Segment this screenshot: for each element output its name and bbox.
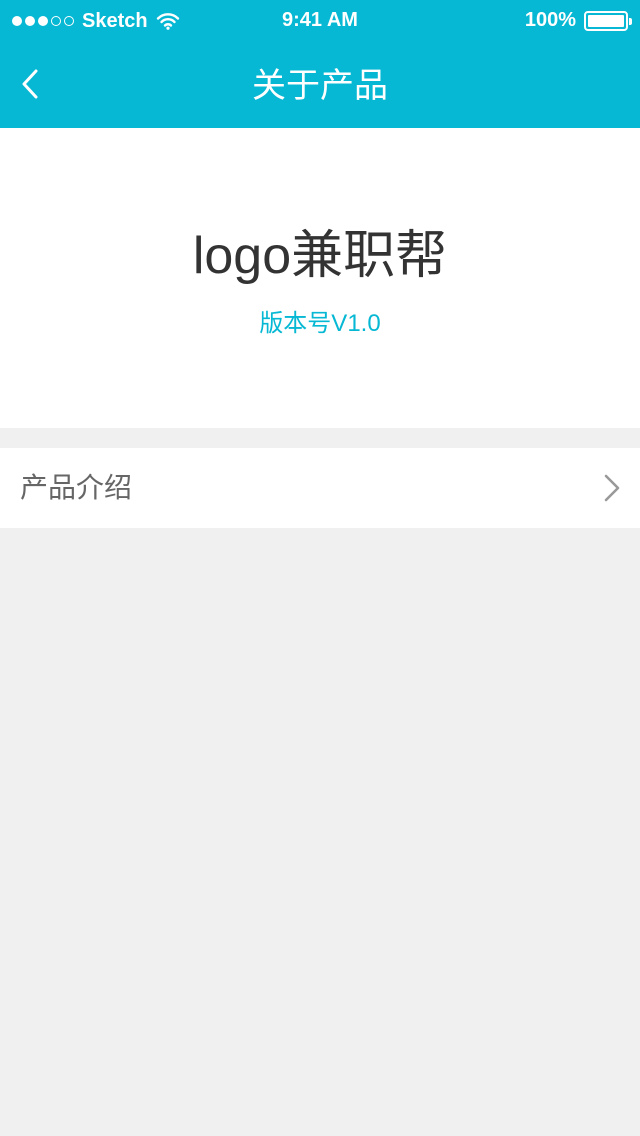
about-product-screen: Sketch 9:41 AM 100% 关于产品 logo兼职帮 版本号V1.0… [0, 0, 640, 1136]
battery-percentage: 100% [524, 9, 576, 31]
status-bar: Sketch 9:41 AM 100% [0, 0, 640, 40]
navigation-bar: 关于产品 [0, 40, 640, 128]
battery-nub [629, 17, 632, 25]
list-item-product-intro[interactable]: 产品介绍 [0, 448, 640, 528]
app-version: 版本号V1.0 [259, 310, 381, 337]
product-info-card: logo兼职帮 版本号V1.0 [0, 128, 640, 428]
battery-level [588, 14, 624, 27]
battery-icon [584, 10, 632, 31]
list-item-label: 产品介绍 [20, 472, 133, 503]
page-title: 关于产品 [252, 67, 388, 105]
header: Sketch 9:41 AM 100% 关于产品 [0, 0, 640, 128]
chevron-right-icon [604, 474, 620, 502]
status-bar-right: 100% [524, 9, 632, 32]
app-name: logo兼职帮 [192, 227, 448, 285]
